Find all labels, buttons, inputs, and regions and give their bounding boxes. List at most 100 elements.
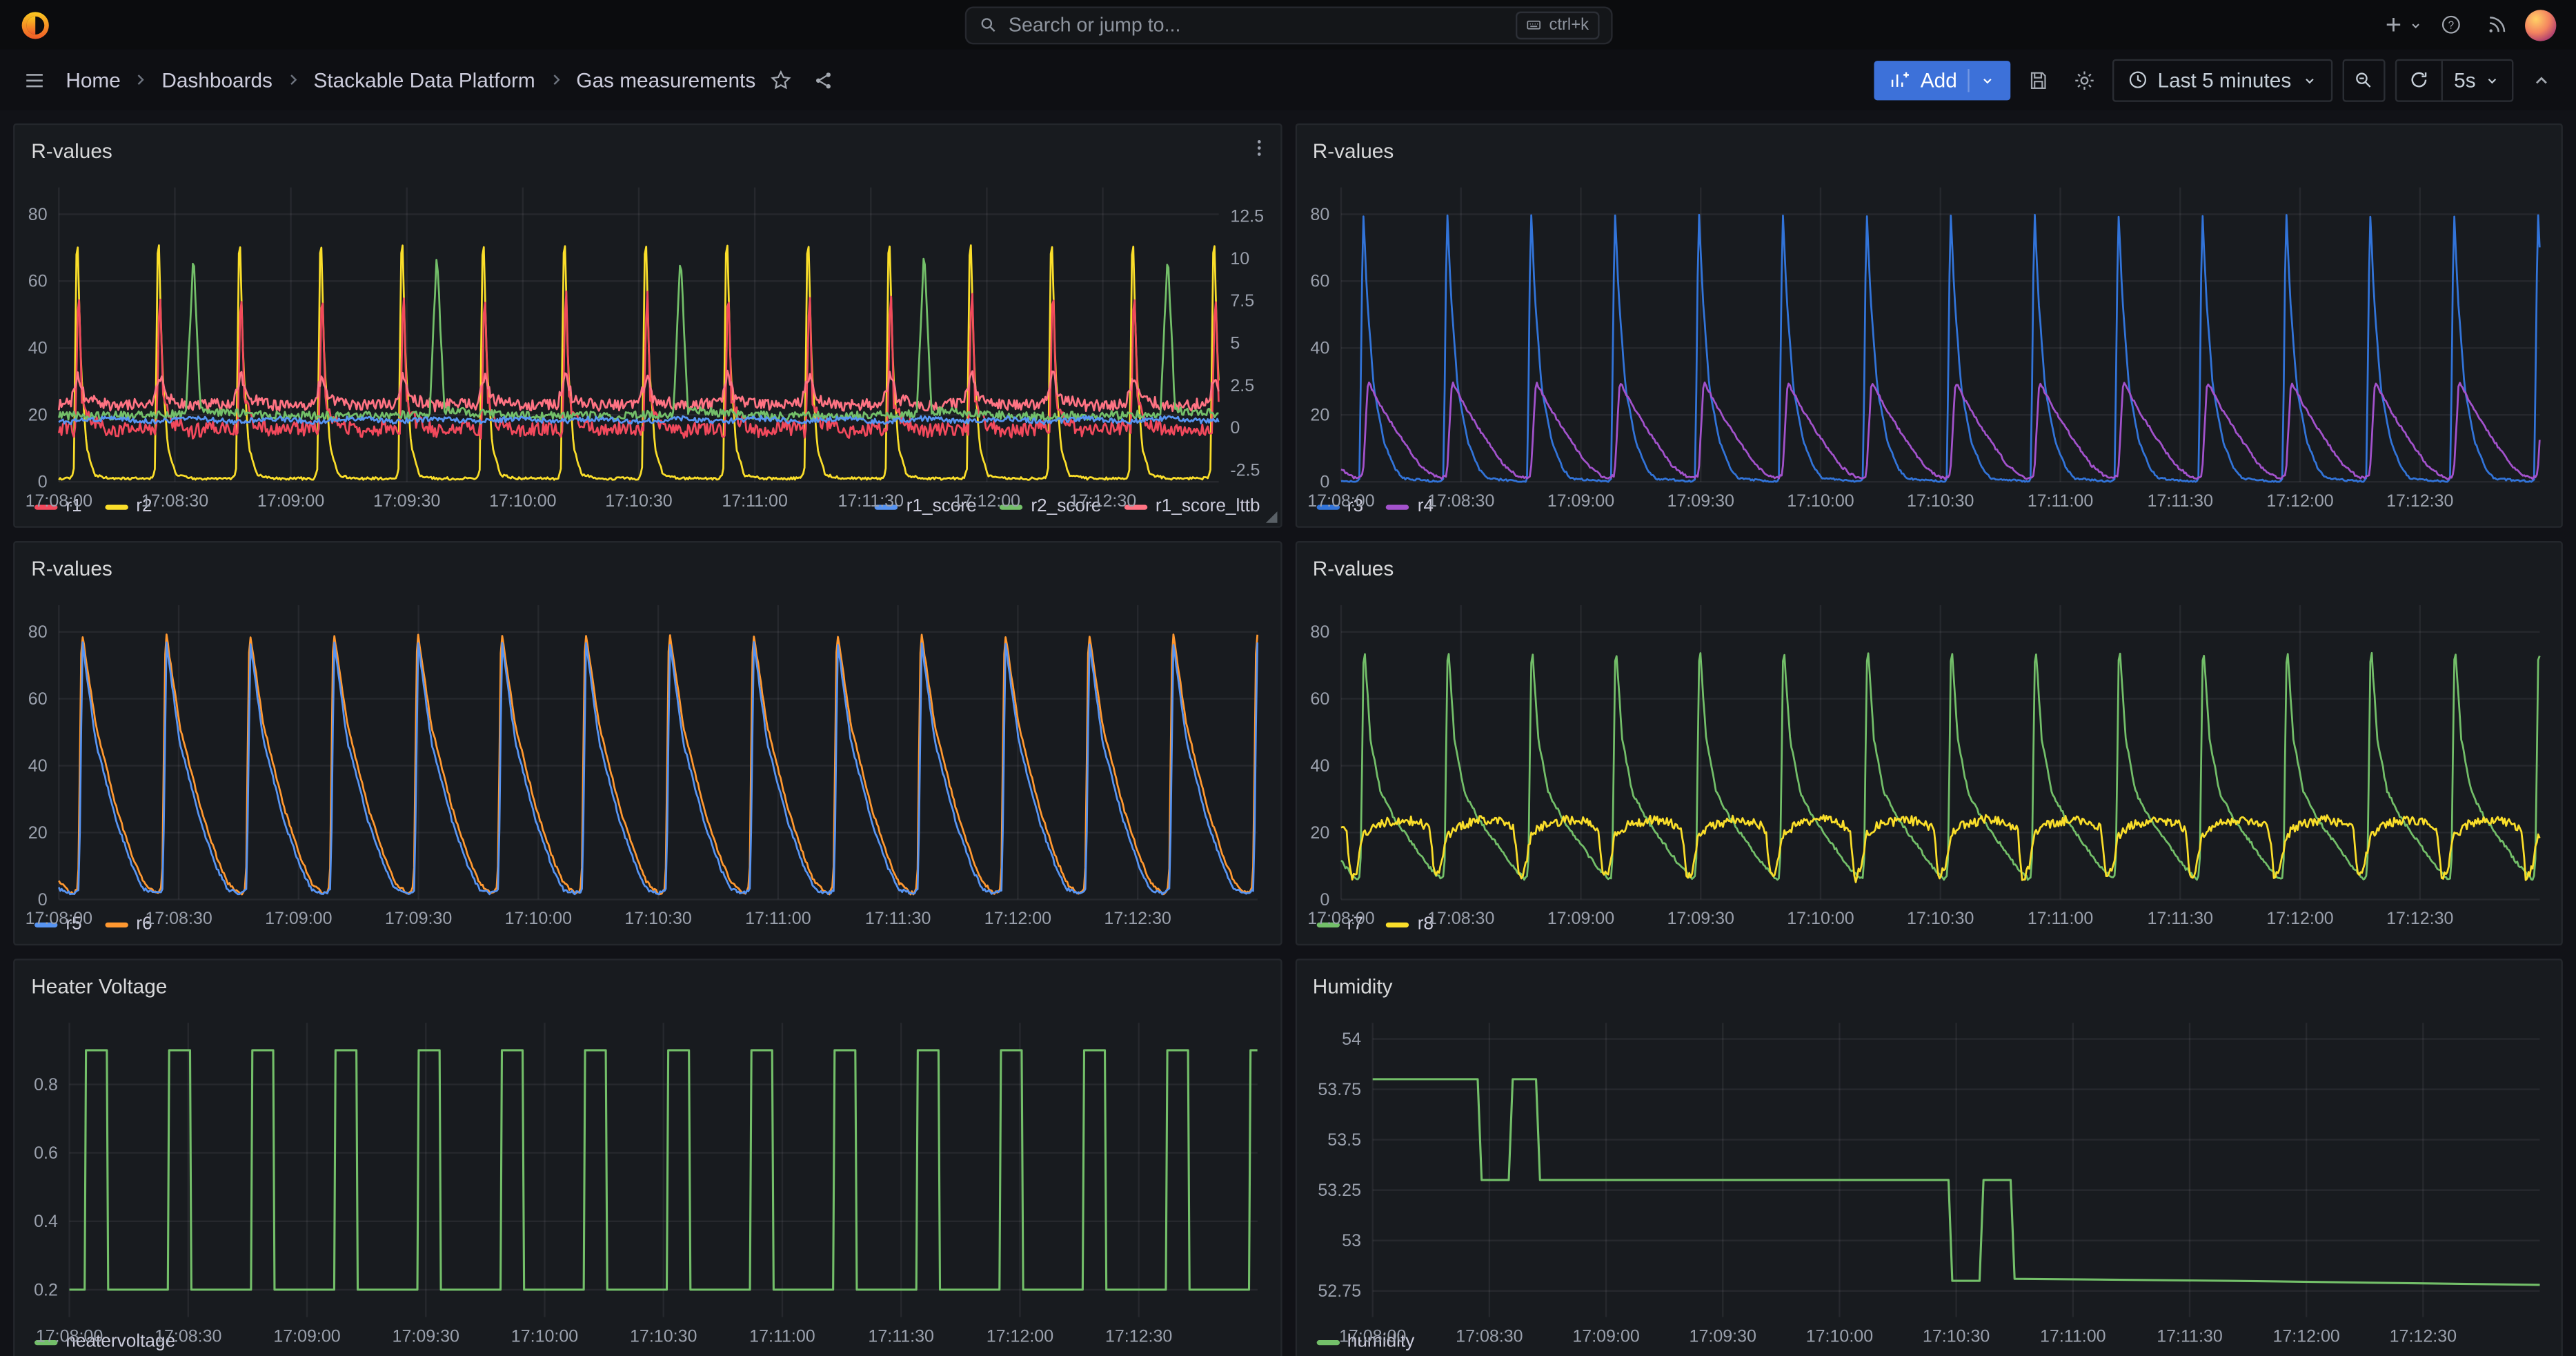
svg-text:17:12:00: 17:12:00 [953,491,1020,511]
clock-icon [2126,69,2148,90]
collapse-toolbar-button[interactable] [2524,60,2559,99]
svg-text:17:12:30: 17:12:30 [1069,491,1136,511]
svg-text:40: 40 [28,756,48,776]
svg-text:80: 80 [1309,205,1329,224]
svg-text:17:11:00: 17:11:00 [745,909,811,928]
svg-text:0.2: 0.2 [34,1280,58,1299]
share-icon [811,68,834,91]
svg-text:17:10:00: 17:10:00 [489,491,556,511]
search-input[interactable]: Search or jump to... ctrl+k [964,6,1612,43]
chevron-right-icon [284,70,302,88]
zoom-out-time-button[interactable] [2342,59,2385,101]
time-series-chart[interactable]: 02040608017:08:0017:08:3017:09:0017:09:3… [1296,171,2562,495]
svg-text:17:09:30: 17:09:30 [1666,909,1733,928]
svg-text:17:08:00: 17:08:00 [1307,909,1374,928]
svg-text:17:08:30: 17:08:30 [155,1326,221,1346]
svg-text:17:11:30: 17:11:30 [2146,909,2212,928]
svg-text:2.5: 2.5 [1230,376,1254,395]
svg-text:17:12:00: 17:12:00 [987,1326,1053,1346]
breadcrumb-dashboards[interactable]: Dashboards [161,68,273,91]
svg-text:17:11:00: 17:11:00 [749,1326,815,1346]
svg-text:17:12:30: 17:12:30 [1105,1326,1172,1346]
svg-text:17:12:30: 17:12:30 [1104,909,1171,928]
svg-text:17:10:30: 17:10:30 [624,909,691,928]
panel-title[interactable]: R-values [1313,558,1394,580]
refresh-interval-dropdown[interactable]: 5s [2441,60,2512,99]
user-avatar[interactable] [2525,9,2556,40]
caret-down-icon [2408,17,2423,32]
chevron-up-icon [2530,68,2553,91]
panel-title[interactable]: R-values [31,558,112,580]
svg-text:40: 40 [1309,339,1329,358]
svg-text:17:08:30: 17:08:30 [1427,491,1494,511]
time-series-chart[interactable]: 02040608017:08:0017:08:3017:09:0017:09:3… [1296,589,2562,912]
svg-text:17:09:30: 17:09:30 [1688,1326,1755,1346]
dashboard-toolbar: Home Dashboards Stackable Data Platform … [0,49,2576,110]
kebab-icon [1247,137,1269,159]
panel-heater-voltage: Heater Voltage 0.20.40.60.817:08:0017:08… [13,959,1281,1356]
panel-menu-icon[interactable] [1247,137,1269,159]
svg-text:17:12:30: 17:12:30 [2386,491,2453,511]
chevron-right-icon [546,70,564,88]
svg-text:10: 10 [1230,249,1249,268]
time-series-chart[interactable]: 02040608012.5107.552.50-2.517:08:0017:08… [14,171,1280,495]
add-panel-icon [1890,69,1911,90]
refresh-button[interactable] [2397,60,2441,99]
breadcrumb-dashboard-title[interactable]: Gas measurements [576,68,755,91]
svg-text:17:11:30: 17:11:30 [865,909,931,928]
time-range-picker[interactable]: Last 5 minutes [2112,59,2332,101]
svg-text:0.6: 0.6 [34,1143,58,1163]
rss-icon[interactable] [2479,5,2515,44]
grafana-logo[interactable] [20,9,51,40]
svg-text:17:08:00: 17:08:00 [26,909,92,928]
refresh-button-group: 5s [2395,59,2513,101]
svg-text:53: 53 [1341,1231,1360,1250]
time-series-chart[interactable]: 52.755353.2553.553.755417:08:0017:08:301… [1296,1006,2562,1330]
dashboard-settings-button[interactable] [2065,60,2101,99]
svg-text:60: 60 [1309,272,1329,291]
save-icon [2026,68,2049,91]
svg-text:20: 20 [28,406,48,425]
favorite-star-button[interactable] [762,60,798,99]
svg-text:60: 60 [1309,689,1329,709]
svg-text:17:11:30: 17:11:30 [2146,491,2212,511]
breadcrumb-home[interactable]: Home [66,68,120,91]
svg-text:17:10:00: 17:10:00 [1805,1326,1872,1346]
svg-text:52.75: 52.75 [1317,1281,1360,1301]
svg-text:20: 20 [1309,823,1329,843]
save-dashboard-button[interactable] [2019,60,2055,99]
svg-text:17:12:30: 17:12:30 [2388,1326,2455,1346]
panel-title[interactable]: R-values [1313,140,1394,163]
svg-text:17:09:00: 17:09:00 [273,1326,340,1346]
panel-r-values-3: R-values 02040608017:08:0017:08:3017:09:… [13,541,1281,945]
panel-header: R-values [14,125,1280,171]
zoom-out-icon [2353,69,2375,90]
panel-title[interactable]: Humidity [1313,975,1393,998]
panel-r-values-2: R-values 02040608017:08:0017:08:3017:09:… [1295,124,2563,528]
new-menu-button[interactable] [2382,5,2424,44]
svg-text:17:10:30: 17:10:30 [630,1326,697,1346]
time-series-chart[interactable]: 0.20.40.60.817:08:0017:08:3017:09:0017:0… [14,1006,1280,1330]
breadcrumb-folder[interactable]: Stackable Data Platform [314,68,535,91]
add-panel-button[interactable]: Add [1874,60,2010,99]
svg-text:53.5: 53.5 [1327,1130,1360,1150]
panel-title[interactable]: R-values [31,140,112,163]
panel-resize-handle[interactable] [1265,511,1277,523]
help-icon[interactable]: ? [2433,5,2469,44]
panel-title[interactable]: Heater Voltage [31,975,167,998]
keyboard-icon [1526,17,1543,33]
svg-text:0: 0 [1230,418,1240,438]
caret-down-icon [1979,72,1995,88]
share-button[interactable] [805,60,841,99]
mega-menu-toggle[interactable] [17,60,52,99]
svg-text:17:09:00: 17:09:00 [1547,909,1614,928]
refresh-icon [2408,69,2429,90]
svg-text:17:10:30: 17:10:30 [1922,1326,1989,1346]
svg-text:-2.5: -2.5 [1230,460,1260,480]
svg-text:17:09:30: 17:09:30 [385,909,452,928]
menu-icon [23,68,46,91]
star-icon [769,68,791,91]
time-series-chart[interactable]: 02040608017:08:0017:08:3017:09:0017:09:3… [14,589,1280,912]
svg-text:0.4: 0.4 [34,1212,58,1231]
top-navigation-bar: Search or jump to... ctrl+k ? [0,0,2576,49]
